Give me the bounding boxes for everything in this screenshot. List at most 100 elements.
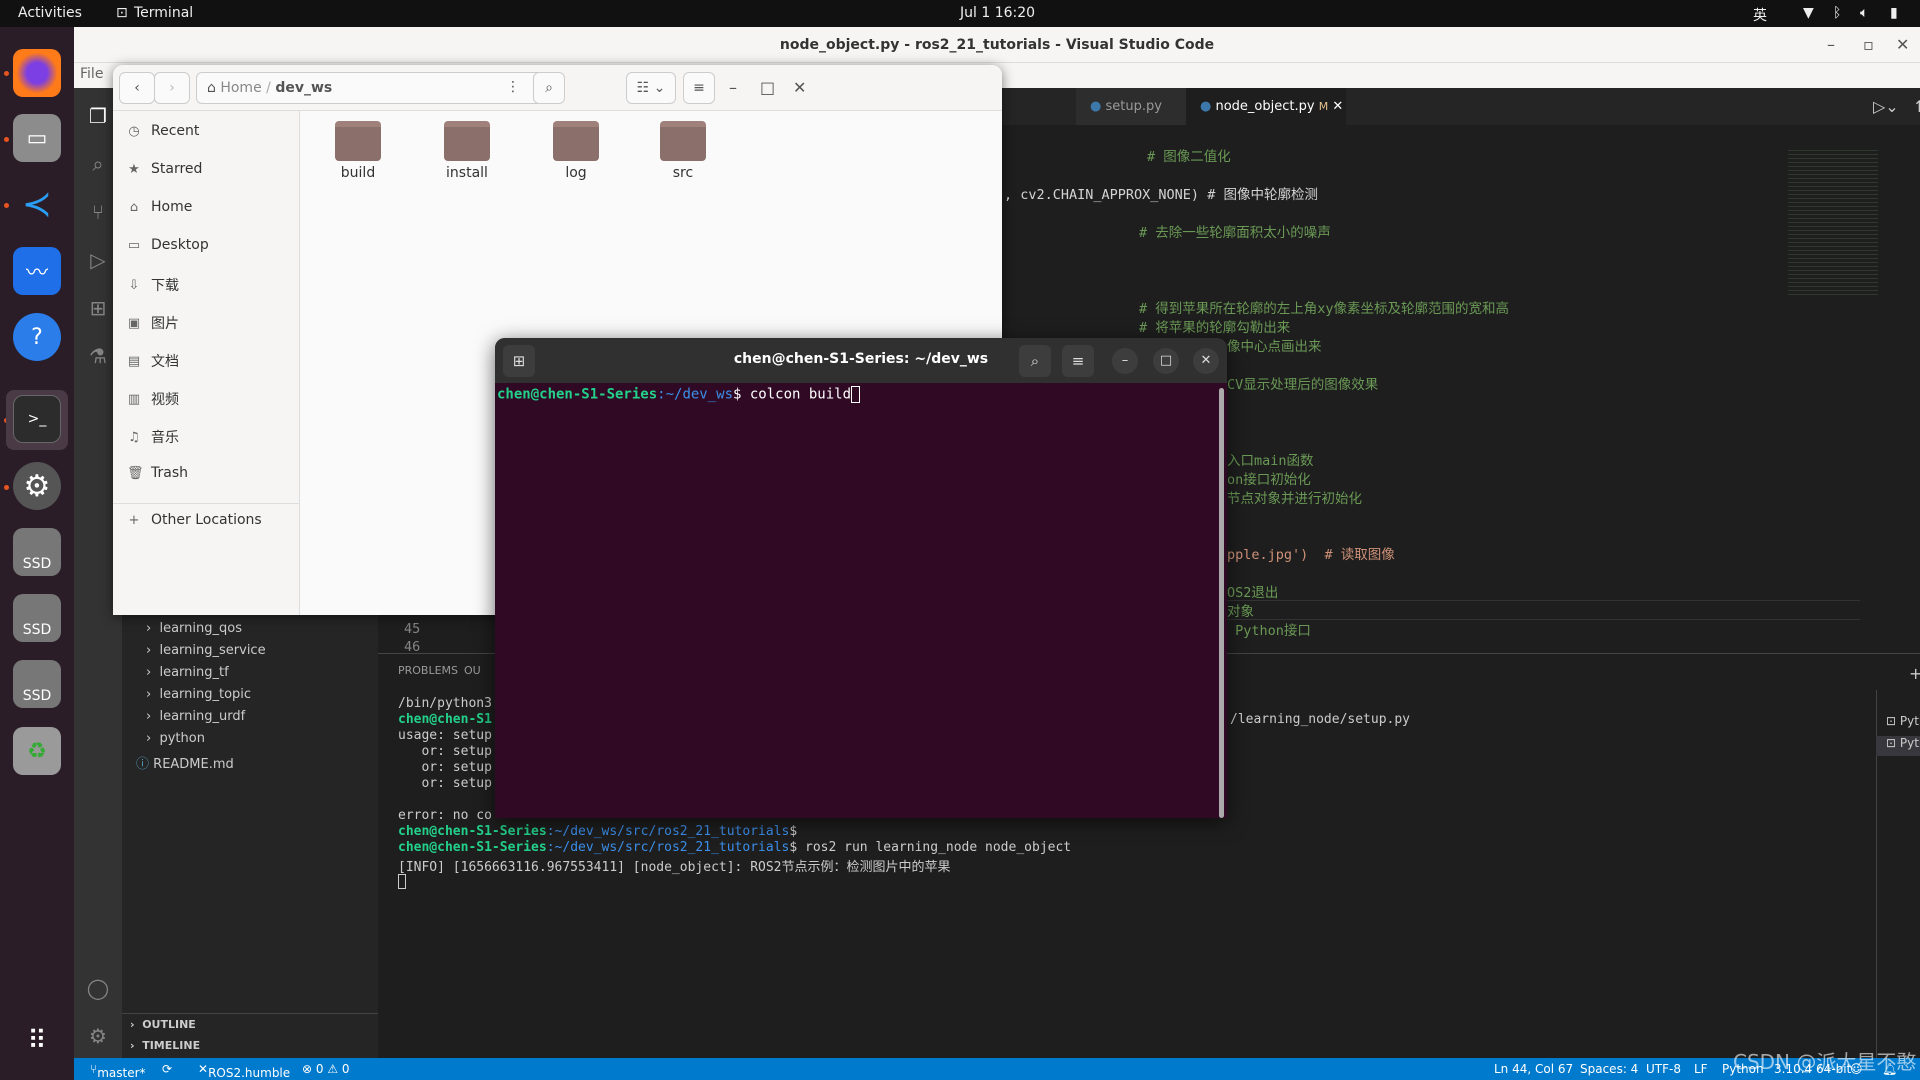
folder-install[interactable]: install xyxy=(427,121,507,181)
account-icon[interactable]: ◯ xyxy=(84,976,112,1004)
tree-folder[interactable]: › learning_tf xyxy=(146,665,229,680)
ros-indicator[interactable]: ✕ ROS2.humble xyxy=(198,1062,290,1080)
terminal-prompt-line[interactable]: chen@chen-S1-Series:~/dev_ws$ colcon bui… xyxy=(497,386,861,403)
minimap[interactable] xyxy=(1788,147,1878,297)
ssd-drive-icon[interactable]: SSD xyxy=(13,594,61,642)
forward-button[interactable]: › xyxy=(154,72,190,104)
branch-indicator[interactable]: ⑂ master* xyxy=(90,1062,146,1080)
run-icon[interactable]: ▷⌄ xyxy=(1873,97,1899,116)
tab-setup-py[interactable]: ● setup.py xyxy=(1076,88,1186,125)
show-apps-icon[interactable]: ⠿ xyxy=(13,1017,61,1065)
tree-file[interactable]: ⓘ README.md xyxy=(136,753,234,772)
sidebar-item-home[interactable]: ⌂ Home xyxy=(127,199,192,215)
tab-label: node_object.py xyxy=(1215,99,1315,114)
activities-button[interactable]: Activities xyxy=(18,5,82,21)
compare-changes-icon[interactable]: ⇅ xyxy=(1915,97,1920,116)
maximize-button[interactable]: □ xyxy=(760,78,775,97)
tab-node-object-py[interactable]: ● node_object.py M ✕ xyxy=(1186,88,1346,125)
input-method[interactable]: 英 xyxy=(1753,5,1767,25)
sidebar-item-trash[interactable]: 🗑︎ Trash xyxy=(127,465,188,481)
sidebar-item-other-locations[interactable]: + Other Locations xyxy=(127,512,262,528)
ssd-drive-icon[interactable]: SSD xyxy=(13,660,61,708)
code-line: 对象 xyxy=(1227,604,1254,620)
testing-icon[interactable]: ⚗ xyxy=(84,344,112,372)
search-button[interactable]: ⌕ xyxy=(1019,345,1051,377)
new-terminal-icon[interactable]: +⌄ xyxy=(1909,664,1920,683)
path-menu-icon[interactable]: ⋮ xyxy=(499,72,527,104)
menu-button[interactable]: ≡ xyxy=(1062,345,1094,377)
menu-button[interactable]: ≡ xyxy=(683,72,715,104)
close-button[interactable]: ✕ xyxy=(1896,35,1909,54)
terminal-list-item[interactable]: ⊡ Python xyxy=(1876,736,1920,756)
tree-folder[interactable]: › learning_service xyxy=(146,643,266,658)
status-bar: ⑂ master* ⟳ ✕ ROS2.humble ⊗ 0 ⚠ 0 Ln 44,… xyxy=(74,1058,1920,1080)
close-tab-icon[interactable]: ✕ xyxy=(1332,99,1343,114)
vscode-icon[interactable]: ≺ xyxy=(13,180,61,228)
cursor-position[interactable]: Ln 44, Col 67 xyxy=(1494,1062,1573,1076)
feishu-icon[interactable]: 〰 xyxy=(13,247,61,295)
terminal-scrollbar[interactable] xyxy=(1219,388,1224,818)
minimize-button[interactable]: – xyxy=(1827,35,1835,54)
folder-src[interactable]: src xyxy=(643,121,723,181)
trash-icon[interactable]: ♻ xyxy=(13,727,61,775)
maximize-button[interactable]: □ xyxy=(1153,348,1179,374)
help-icon[interactable]: ? xyxy=(13,313,61,361)
tab-label: setup.py xyxy=(1105,99,1162,114)
terminal-list-item[interactable]: ⊡ Python xyxy=(1876,714,1920,734)
firefox-icon[interactable] xyxy=(13,49,61,97)
timeline-section[interactable]: › TIMELINE xyxy=(130,1039,200,1052)
terminal-window: ⊞ chen@chen-S1-Series: ~/dev_ws ⌕ ≡ – □ … xyxy=(495,338,1227,818)
wifi-icon[interactable]: ▼ xyxy=(1803,5,1814,21)
indentation[interactable]: Spaces: 4 xyxy=(1580,1062,1638,1076)
volume-icon[interactable]: 🔈︎ xyxy=(1860,5,1868,21)
breadcrumb-home[interactable]: Home xyxy=(220,80,261,96)
app-menu[interactable]: Terminal xyxy=(134,5,193,21)
back-button[interactable]: ‹ xyxy=(119,72,155,104)
bluetooth-icon[interactable]: ᛒ xyxy=(1833,5,1841,21)
sidebar-item-starred[interactable]: ★ Starred xyxy=(127,161,202,177)
view-toggle-button[interactable]: ☷ ⌄ xyxy=(626,72,676,104)
clock[interactable]: Jul 1 16:20 xyxy=(960,5,1035,21)
tab-output[interactable]: OU xyxy=(464,664,481,677)
tab-problems[interactable]: PROBLEMS xyxy=(398,664,458,677)
terminal-icon[interactable]: >_ xyxy=(13,395,61,443)
restore-button[interactable]: ▫ xyxy=(1863,35,1874,54)
outline-section[interactable]: › OUTLINE xyxy=(130,1018,196,1031)
sidebar-item-documents[interactable]: ▤ 文档 xyxy=(127,351,179,371)
explorer-icon[interactable]: ❐ xyxy=(84,104,112,132)
battery-icon[interactable]: ▮ xyxy=(1890,5,1898,21)
python-file-icon: ● xyxy=(1090,99,1102,114)
settings-icon[interactable]: ⚙ xyxy=(13,462,61,510)
sidebar-item-downloads[interactable]: ⇩ 下载 xyxy=(127,275,179,295)
problems-indicator[interactable]: ⊗ 0 ⚠ 0 xyxy=(302,1062,350,1076)
folder-log[interactable]: log xyxy=(536,121,616,181)
source-control-icon[interactable]: ⑂ xyxy=(84,200,112,228)
tree-folder[interactable]: › learning_urdf xyxy=(146,709,245,724)
tree-folder[interactable]: › learning_topic xyxy=(146,687,251,702)
eol[interactable]: LF xyxy=(1694,1062,1708,1076)
encoding[interactable]: UTF-8 xyxy=(1646,1062,1681,1076)
ssd-drive-icon[interactable]: SSD xyxy=(13,528,61,576)
files-icon[interactable]: ▭ xyxy=(13,114,61,162)
close-button[interactable]: ✕ xyxy=(1193,348,1219,374)
sync-icon[interactable]: ⟳ xyxy=(162,1062,172,1076)
tree-folder[interactable]: › python xyxy=(146,731,205,746)
download-icon: ⇩ xyxy=(128,277,140,293)
menu-file[interactable]: File xyxy=(80,66,103,82)
minimize-button[interactable]: – xyxy=(1112,348,1138,374)
extensions-icon[interactable]: ⊞ xyxy=(84,296,112,324)
tree-folder[interactable]: › learning_qos xyxy=(146,621,242,636)
run-debug-icon[interactable]: ▷ xyxy=(84,248,112,276)
minimize-button[interactable]: – xyxy=(729,78,737,97)
manage-gear-icon[interactable]: ⚙ xyxy=(84,1024,112,1052)
folder-build[interactable]: build xyxy=(318,121,398,181)
sidebar-item-recent[interactable]: ◷ Recent xyxy=(127,123,199,139)
sidebar-item-pictures[interactable]: ▣ 图片 xyxy=(127,313,179,333)
sidebar-item-videos[interactable]: ▥ 视频 xyxy=(127,389,179,409)
sidebar-item-music[interactable]: ♫ 音乐 xyxy=(127,427,179,447)
search-button[interactable]: ⌕ xyxy=(533,72,565,104)
breadcrumb-current[interactable]: dev_ws xyxy=(275,80,332,96)
search-icon[interactable]: ⌕ xyxy=(84,152,112,180)
sidebar-item-desktop[interactable]: ▭ Desktop xyxy=(127,237,209,253)
close-button[interactable]: ✕ xyxy=(793,78,806,97)
